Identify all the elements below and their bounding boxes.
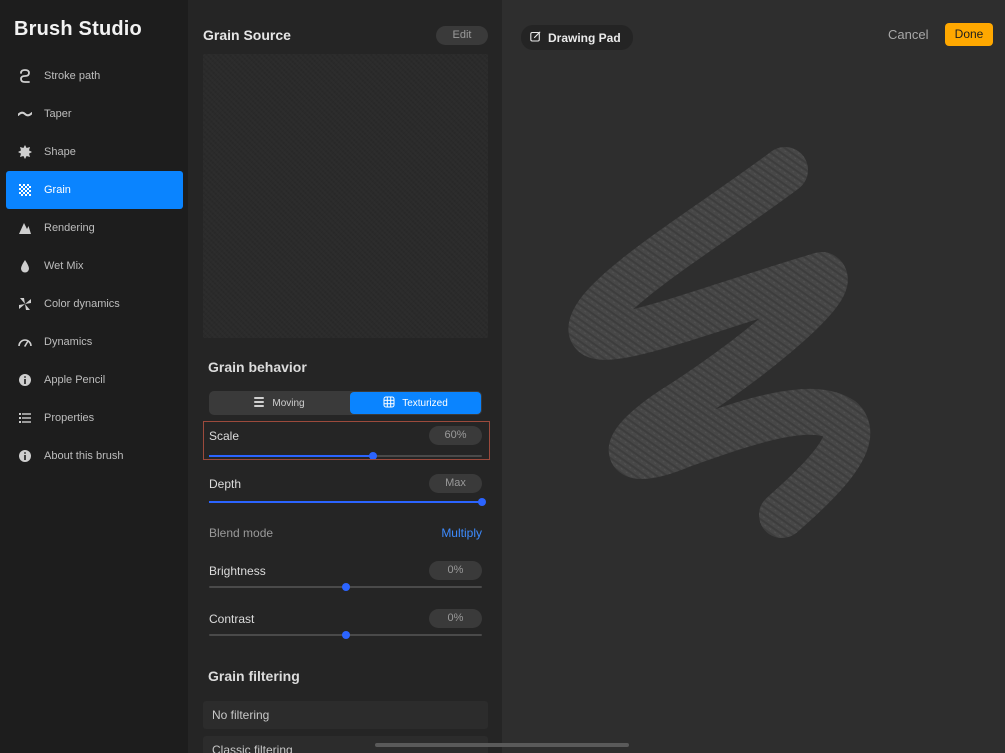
edit-pencil-icon [530, 31, 548, 45]
brightness-label: Brightness [209, 564, 266, 578]
grain-source-title: Grain Source [203, 27, 291, 43]
depth-label: Depth [209, 477, 242, 491]
blend-mode-value[interactable]: Multiply [441, 526, 482, 540]
taper-icon [17, 106, 33, 122]
texturized-label: Texturized [402, 397, 448, 409]
sidebar-item-about[interactable]: About this brush [6, 437, 183, 475]
contrast-slider[interactable] [209, 631, 482, 639]
brightness-slider-thumb[interactable] [341, 583, 350, 591]
properties-icon [17, 410, 33, 426]
sidebar-item-label: Wet Mix [44, 260, 84, 272]
cancel-button[interactable]: Cancel [888, 27, 928, 42]
sidebar-item-properties[interactable]: Properties [6, 399, 183, 437]
about-icon [17, 448, 33, 464]
depth-slider-thumb[interactable] [478, 498, 486, 506]
app-title: Brush Studio [14, 18, 142, 40]
sidebar-nav: Stroke path Taper Shape Grain Rendering … [6, 57, 183, 475]
sidebar-item-label: Dynamics [44, 336, 93, 348]
moving-label: Moving [272, 397, 305, 409]
sidebar-item-label: Properties [44, 412, 95, 424]
brush-stroke-preview [568, 147, 871, 538]
sidebar-item-rendering[interactable]: Rendering [6, 209, 183, 247]
sidebar-item-label: Shape [44, 146, 76, 158]
drawing-pad-title-label: Drawing Pad [548, 30, 621, 45]
done-button[interactable]: Done [945, 23, 993, 46]
moving-segment[interactable]: Moving [210, 392, 348, 414]
grain-filtering-title: Grain filtering [208, 668, 300, 684]
drawing-pad-title[interactable]: Drawing Pad [521, 25, 633, 50]
sidebar-item-color-dynamics[interactable]: Color dynamics [6, 285, 183, 323]
brightness-value[interactable]: 0% [429, 561, 482, 580]
texturized-segment[interactable]: Texturized [350, 392, 481, 414]
sidebar-item-label: Taper [44, 108, 72, 120]
sidebar-item-label: Grain [44, 184, 71, 196]
sidebar-item-label: Stroke path [44, 70, 101, 82]
sidebar-item-taper[interactable]: Taper [6, 95, 183, 133]
texturized-icon [383, 396, 402, 411]
stroke-path-icon [17, 68, 33, 84]
shape-icon [17, 144, 33, 160]
dynamics-icon [17, 334, 33, 350]
moving-icon [253, 396, 272, 411]
sidebar-item-grain[interactable]: Grain [6, 171, 183, 209]
sidebar-item-label: Color dynamics [44, 298, 120, 310]
sidebar-item-shape[interactable]: Shape [6, 133, 183, 171]
contrast-slider-thumb[interactable] [341, 631, 350, 639]
sidebar-item-label: About this brush [44, 450, 124, 462]
blend-mode-label: Blend mode [209, 526, 274, 540]
edit-button[interactable]: Edit [436, 26, 488, 45]
scale-highlight-box [203, 421, 490, 460]
contrast-value[interactable]: 0% [429, 609, 482, 628]
contrast-label: Contrast [209, 612, 255, 626]
depth-value[interactable]: Max [429, 474, 482, 493]
depth-slider[interactable] [209, 498, 486, 506]
sidebar-item-apple-pencil[interactable]: Apple Pencil [6, 361, 183, 399]
apple-pencil-icon [17, 372, 33, 388]
sidebar-item-stroke-path[interactable]: Stroke path [6, 57, 183, 95]
no-filtering-option[interactable]: No filtering [203, 701, 488, 729]
home-indicator[interactable] [375, 743, 629, 747]
rendering-icon [17, 220, 33, 236]
sidebar: Brush Studio Stroke path Taper Shape Gra… [0, 0, 188, 753]
settings-panel: Grain Source Edit Grain behavior Moving … [188, 0, 502, 753]
sidebar-item-label: Apple Pencil [44, 374, 106, 386]
drawing-pad[interactable]: Drawing Pad Cancel Done [502, 0, 1005, 753]
grain-mode-segmented-control: Moving Texturized [209, 391, 482, 415]
wet-mix-icon [17, 258, 33, 274]
sidebar-item-dynamics[interactable]: Dynamics [6, 323, 183, 361]
sidebar-item-label: Rendering [44, 222, 95, 234]
color-dynamics-icon [17, 296, 33, 312]
sidebar-item-wet-mix[interactable]: Wet Mix [6, 247, 183, 285]
depth-slider-fill [209, 501, 482, 503]
grain-source-preview[interactable] [203, 54, 488, 338]
grain-behavior-title: Grain behavior [208, 359, 307, 375]
grain-icon [17, 182, 33, 198]
brightness-slider[interactable] [209, 583, 482, 591]
